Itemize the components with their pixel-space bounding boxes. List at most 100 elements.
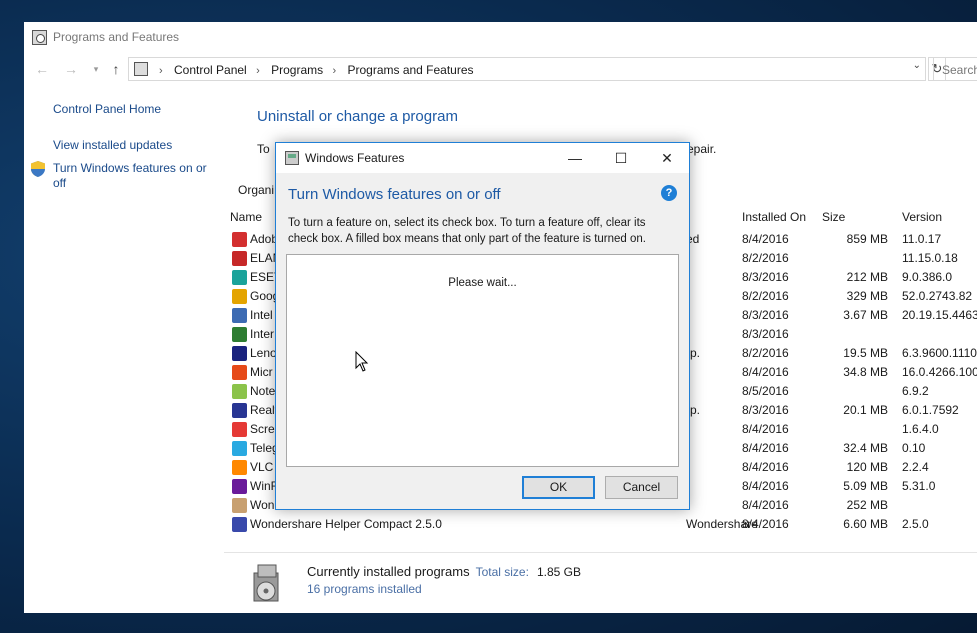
program-icon (232, 270, 247, 285)
control-panel-home-link[interactable]: Control Panel Home (53, 102, 161, 117)
dialog-heading: Turn Windows features on or off (288, 186, 501, 203)
page-description-start: To (257, 142, 270, 156)
forward-arrow-icon[interactable]: → (63, 60, 79, 78)
program-version: 2.5.0 (902, 517, 929, 531)
address-dropdown-chevron-icon[interactable]: ⌄ (913, 60, 921, 71)
status-bar: Currently installed programs Total size: 1… (224, 552, 977, 613)
total-size-label: Total size: (475, 565, 529, 579)
program-icon (232, 365, 247, 380)
recent-locations-chevron-icon[interactable]: ▾ (88, 60, 104, 78)
turn-windows-features-line2: off (53, 176, 67, 190)
program-name: Won (250, 498, 275, 512)
program-name: Adob (250, 232, 279, 246)
program-icon (232, 346, 247, 361)
table-row[interactable]: Wondershare Helper Compact 2.5.0 Wondersh… (228, 514, 977, 533)
back-arrow-icon[interactable]: ← (34, 60, 50, 78)
program-installed-on: 8/2/2016 (742, 289, 789, 303)
program-size: 120 MB (846, 460, 888, 474)
program-installed-on: 8/2/2016 (742, 251, 789, 265)
view-installed-updates-link[interactable]: View installed updates (53, 138, 172, 153)
breadcrumb-programs-and-features[interactable]: Programs and Features (347, 63, 473, 77)
page-title: Uninstall or change a program (257, 108, 458, 125)
program-icon (232, 308, 247, 323)
turn-windows-features-link[interactable]: Turn Windows features on or off (53, 161, 207, 191)
program-size: 252 MB (846, 498, 888, 512)
address-box[interactable]: › Control Panel › Programs › Programs an… (128, 57, 926, 81)
program-installed-on: 8/5/2016 (742, 384, 789, 398)
program-size: 329 MB (846, 289, 888, 303)
program-installed-on: 8/3/2016 (742, 270, 789, 284)
program-icon (232, 498, 247, 513)
program-version: 9.0.386.0 (902, 270, 953, 284)
column-header-version[interactable]: Version (902, 210, 942, 224)
program-icon (232, 479, 247, 494)
windows-features-dialog: Windows Features — ☐ ✕ Turn Windows feat… (275, 142, 690, 510)
program-installed-on: 8/4/2016 (742, 365, 789, 379)
breadcrumb-control-panel[interactable]: Control Panel (174, 63, 247, 77)
program-size: 32.4 MB (843, 441, 888, 455)
minimize-icon[interactable]: — (552, 143, 598, 173)
program-size: 5.09 MB (843, 479, 888, 493)
program-name: Note (250, 384, 276, 398)
program-size: 19.5 MB (843, 346, 888, 360)
breadcrumb-programs[interactable]: Programs (271, 63, 323, 77)
windows-features-app-icon (285, 151, 299, 165)
window-titlebar[interactable]: Programs and Features (24, 22, 977, 52)
page-description-end: epair. (687, 142, 717, 156)
column-header-name[interactable]: Name (230, 210, 262, 224)
program-installed-on: 8/4/2016 (742, 517, 789, 531)
program-size: 34.8 MB (843, 365, 888, 379)
control-panel-icon (32, 30, 47, 45)
organize-button[interactable]: Organi (238, 183, 274, 197)
program-icon (232, 460, 247, 475)
program-icon (232, 403, 247, 418)
maximize-icon[interactable]: ☐ (598, 143, 644, 173)
program-version: 16.0.4266.1001 (902, 365, 977, 379)
up-arrow-icon[interactable]: ↑ (108, 60, 124, 78)
dialog-titlebar[interactable]: Windows Features — ☐ ✕ (276, 143, 689, 173)
program-installed-on: 8/4/2016 (742, 422, 789, 436)
program-count: 16 programs installed (307, 582, 422, 596)
column-header-size[interactable]: Size (822, 210, 845, 224)
program-version: 52.0.2743.82 (902, 289, 973, 303)
close-icon[interactable]: ✕ (644, 143, 690, 173)
ok-button[interactable]: OK (522, 476, 595, 499)
column-header-installed-on[interactable]: Installed On (742, 210, 806, 224)
turn-windows-features-line1: Turn Windows features on or (53, 161, 207, 175)
mouse-pointer-icon (355, 351, 369, 372)
total-size-value: 1.85 GB (536, 565, 581, 579)
program-icon (232, 384, 247, 399)
breadcrumb-separator-icon[interactable]: › (332, 65, 336, 77)
help-icon[interactable]: ? (661, 185, 677, 201)
program-name: VLC (250, 460, 274, 474)
program-installed-on: 8/3/2016 (742, 327, 789, 341)
program-installed-on: 8/4/2016 (742, 498, 789, 512)
program-version: 2.2.4 (902, 460, 929, 474)
cancel-button[interactable]: Cancel (605, 476, 678, 499)
program-installed-on: 8/4/2016 (742, 441, 789, 455)
program-name: Realt (250, 403, 279, 417)
program-version: 11.15.0.18 (902, 251, 958, 265)
breadcrumb-separator-icon[interactable]: › (159, 65, 163, 77)
program-size: 3.67 MB (843, 308, 888, 322)
breadcrumb-separator-icon[interactable]: › (256, 65, 260, 77)
uac-shield-icon (31, 161, 45, 177)
search-input[interactable]: Search Pr (933, 57, 977, 81)
window-title: Programs and Features (53, 30, 180, 44)
program-icon (232, 327, 247, 342)
features-tree[interactable]: Please wait... (286, 254, 679, 467)
status-summary: Currently installed programs Total size: 1… (307, 564, 581, 579)
program-name: Micr (250, 365, 273, 379)
control-panel-location-icon (134, 62, 148, 76)
program-size: 20.1 MB (843, 403, 888, 417)
program-size: 6.60 MB (843, 517, 888, 531)
program-version: 11.0.17 (902, 232, 942, 246)
dialog-title: Windows Features (305, 151, 405, 165)
program-size: 212 MB (846, 270, 888, 284)
program-icon (232, 251, 247, 266)
program-name: Inter (250, 327, 275, 341)
loading-message: Please wait... (448, 277, 517, 289)
breadcrumb: › Control Panel › Programs › Programs an… (153, 63, 474, 77)
program-icon (232, 289, 247, 304)
program-installed-on: 8/4/2016 (742, 232, 789, 246)
